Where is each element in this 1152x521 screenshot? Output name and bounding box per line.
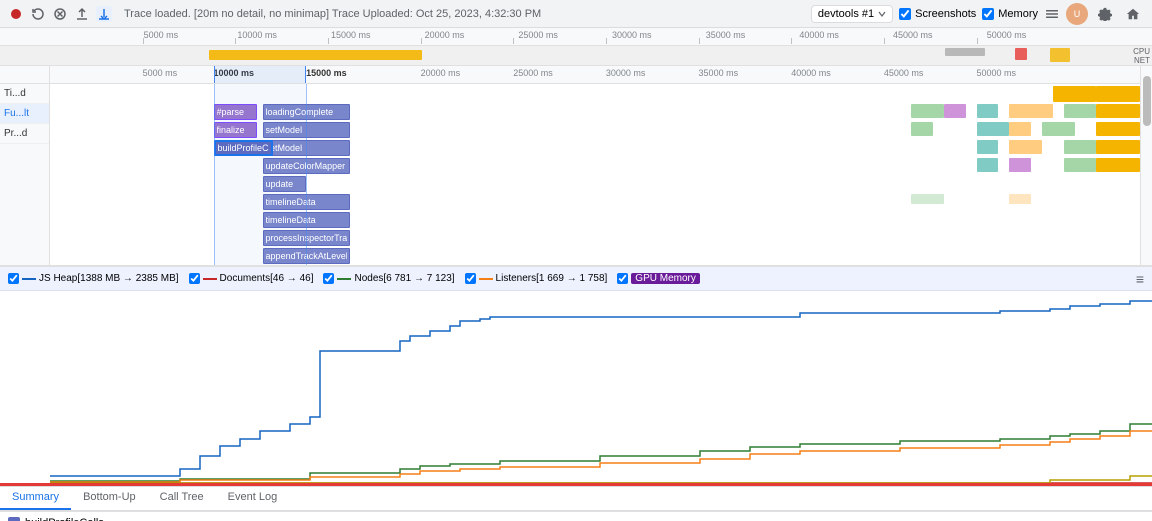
flame-content-area[interactable]: #parse loadingComplete finalize setModel… [50, 84, 1140, 265]
tab-summary[interactable]: Summary [0, 486, 71, 510]
legend-listeners-label: Listeners[1 669 → 1 758] [496, 273, 608, 284]
record-button[interactable] [8, 6, 24, 22]
flame-block-buildprofilecalls[interactable]: buildProfileCalls [214, 140, 274, 156]
legend-js-heap-checkbox[interactable] [8, 273, 19, 284]
memory-section: JS Heap[1388 MB → 2385 MB] Documents[46 … [0, 266, 1152, 486]
bottom-panel: Summary Bottom-Up Call Tree Event Log bu… [0, 486, 1152, 521]
thread-label-prod: Pr...d [0, 124, 49, 144]
screenshots-checkbox[interactable] [899, 8, 911, 20]
legend-gpu-memory[interactable]: GPU Memory [617, 273, 700, 284]
legend-js-heap[interactable]: JS Heap[1388 MB → 2385 MB] [8, 273, 179, 284]
main-toolbar: Trace loaded. [20m no detail, no minimap… [0, 0, 1152, 28]
legend-nodes[interactable]: Nodes[6 781 → 7 123] [323, 273, 454, 284]
download-button[interactable] [96, 6, 112, 22]
upload-button[interactable] [74, 6, 90, 22]
legend-nodes-label: Nodes[6 781 → 7 123] [354, 273, 454, 284]
clear-button[interactable] [52, 6, 68, 22]
memory-chart[interactable] [0, 291, 1152, 484]
tab-bottom-up[interactable]: Bottom-Up [71, 486, 148, 510]
timeline-ruler: 5000 ms 10000 ms 15000 ms 20000 ms 25000… [0, 28, 1152, 46]
legend-gpu-label: GPU Memory [631, 273, 700, 284]
net-label: NET [1134, 56, 1150, 65]
more-settings-icon[interactable] [1044, 6, 1060, 22]
thread-label-full: Fu...lt [0, 104, 49, 124]
settings-icon[interactable] [1094, 3, 1116, 25]
memory-checkbox[interactable] [982, 8, 994, 20]
tab-call-tree[interactable]: Call Tree [148, 486, 216, 510]
cpu-label: CPU [1133, 47, 1150, 56]
thread-labels-panel: Ti...d Fu...lt Pr...d [0, 66, 50, 265]
legend-documents-checkbox[interactable] [189, 273, 200, 284]
legend-listeners[interactable]: Listeners[1 669 → 1 758] [465, 273, 608, 284]
devtools-selector[interactable]: devtools #1 [811, 5, 893, 23]
scrollbar-thumb[interactable] [1143, 76, 1151, 126]
tabs-bar: Summary Bottom-Up Call Tree Event Log [0, 487, 1152, 511]
home-icon[interactable] [1122, 3, 1144, 25]
vertical-scrollbar[interactable] [1140, 66, 1152, 265]
memory-legend: JS Heap[1388 MB → 2385 MB] Documents[46 … [0, 267, 1152, 291]
user-avatar[interactable]: U [1066, 3, 1088, 25]
flame-block-finalize[interactable]: finalize [214, 122, 258, 138]
legend-documents[interactable]: Documents[46 → 46] [189, 273, 314, 284]
trace-info-text: Trace loaded. [20m no detail, no minimap… [118, 8, 805, 20]
tab-event-log[interactable]: Event Log [216, 486, 290, 510]
screenshots-checkbox-group: Screenshots [899, 8, 976, 20]
refresh-button[interactable] [30, 6, 46, 22]
summary-label: buildProfileCalls [25, 517, 104, 521]
thread-label-tid: Ti...d [0, 84, 49, 104]
legend-listeners-checkbox[interactable] [465, 273, 476, 284]
flame-ruler: 5000 ms 10000 ms 15000 ms 20000 ms 25000… [50, 66, 1140, 84]
thread-ruler-spacer [0, 66, 49, 84]
summary-row: buildProfileCalls [0, 511, 1152, 521]
memory-menu-icon[interactable]: ≡ [1136, 271, 1144, 287]
flame-block-parse[interactable]: #parse [214, 104, 258, 120]
memory-checkbox-group: Memory [982, 8, 1038, 20]
summary-color-swatch [8, 517, 20, 521]
legend-gpu-checkbox[interactable] [617, 273, 628, 284]
legend-nodes-checkbox[interactable] [323, 273, 334, 284]
flame-block-update[interactable]: update [263, 176, 307, 192]
overview-bar[interactable]: CPU NET [0, 46, 1152, 66]
memory-bottom-line [0, 483, 1152, 486]
flame-chart-area[interactable]: 5000 ms 10000 ms 15000 ms 20000 ms 25000… [50, 66, 1140, 265]
legend-documents-label: Documents[46 → 46] [220, 273, 314, 284]
legend-js-heap-label: JS Heap[1388 MB → 2385 MB] [39, 273, 179, 284]
